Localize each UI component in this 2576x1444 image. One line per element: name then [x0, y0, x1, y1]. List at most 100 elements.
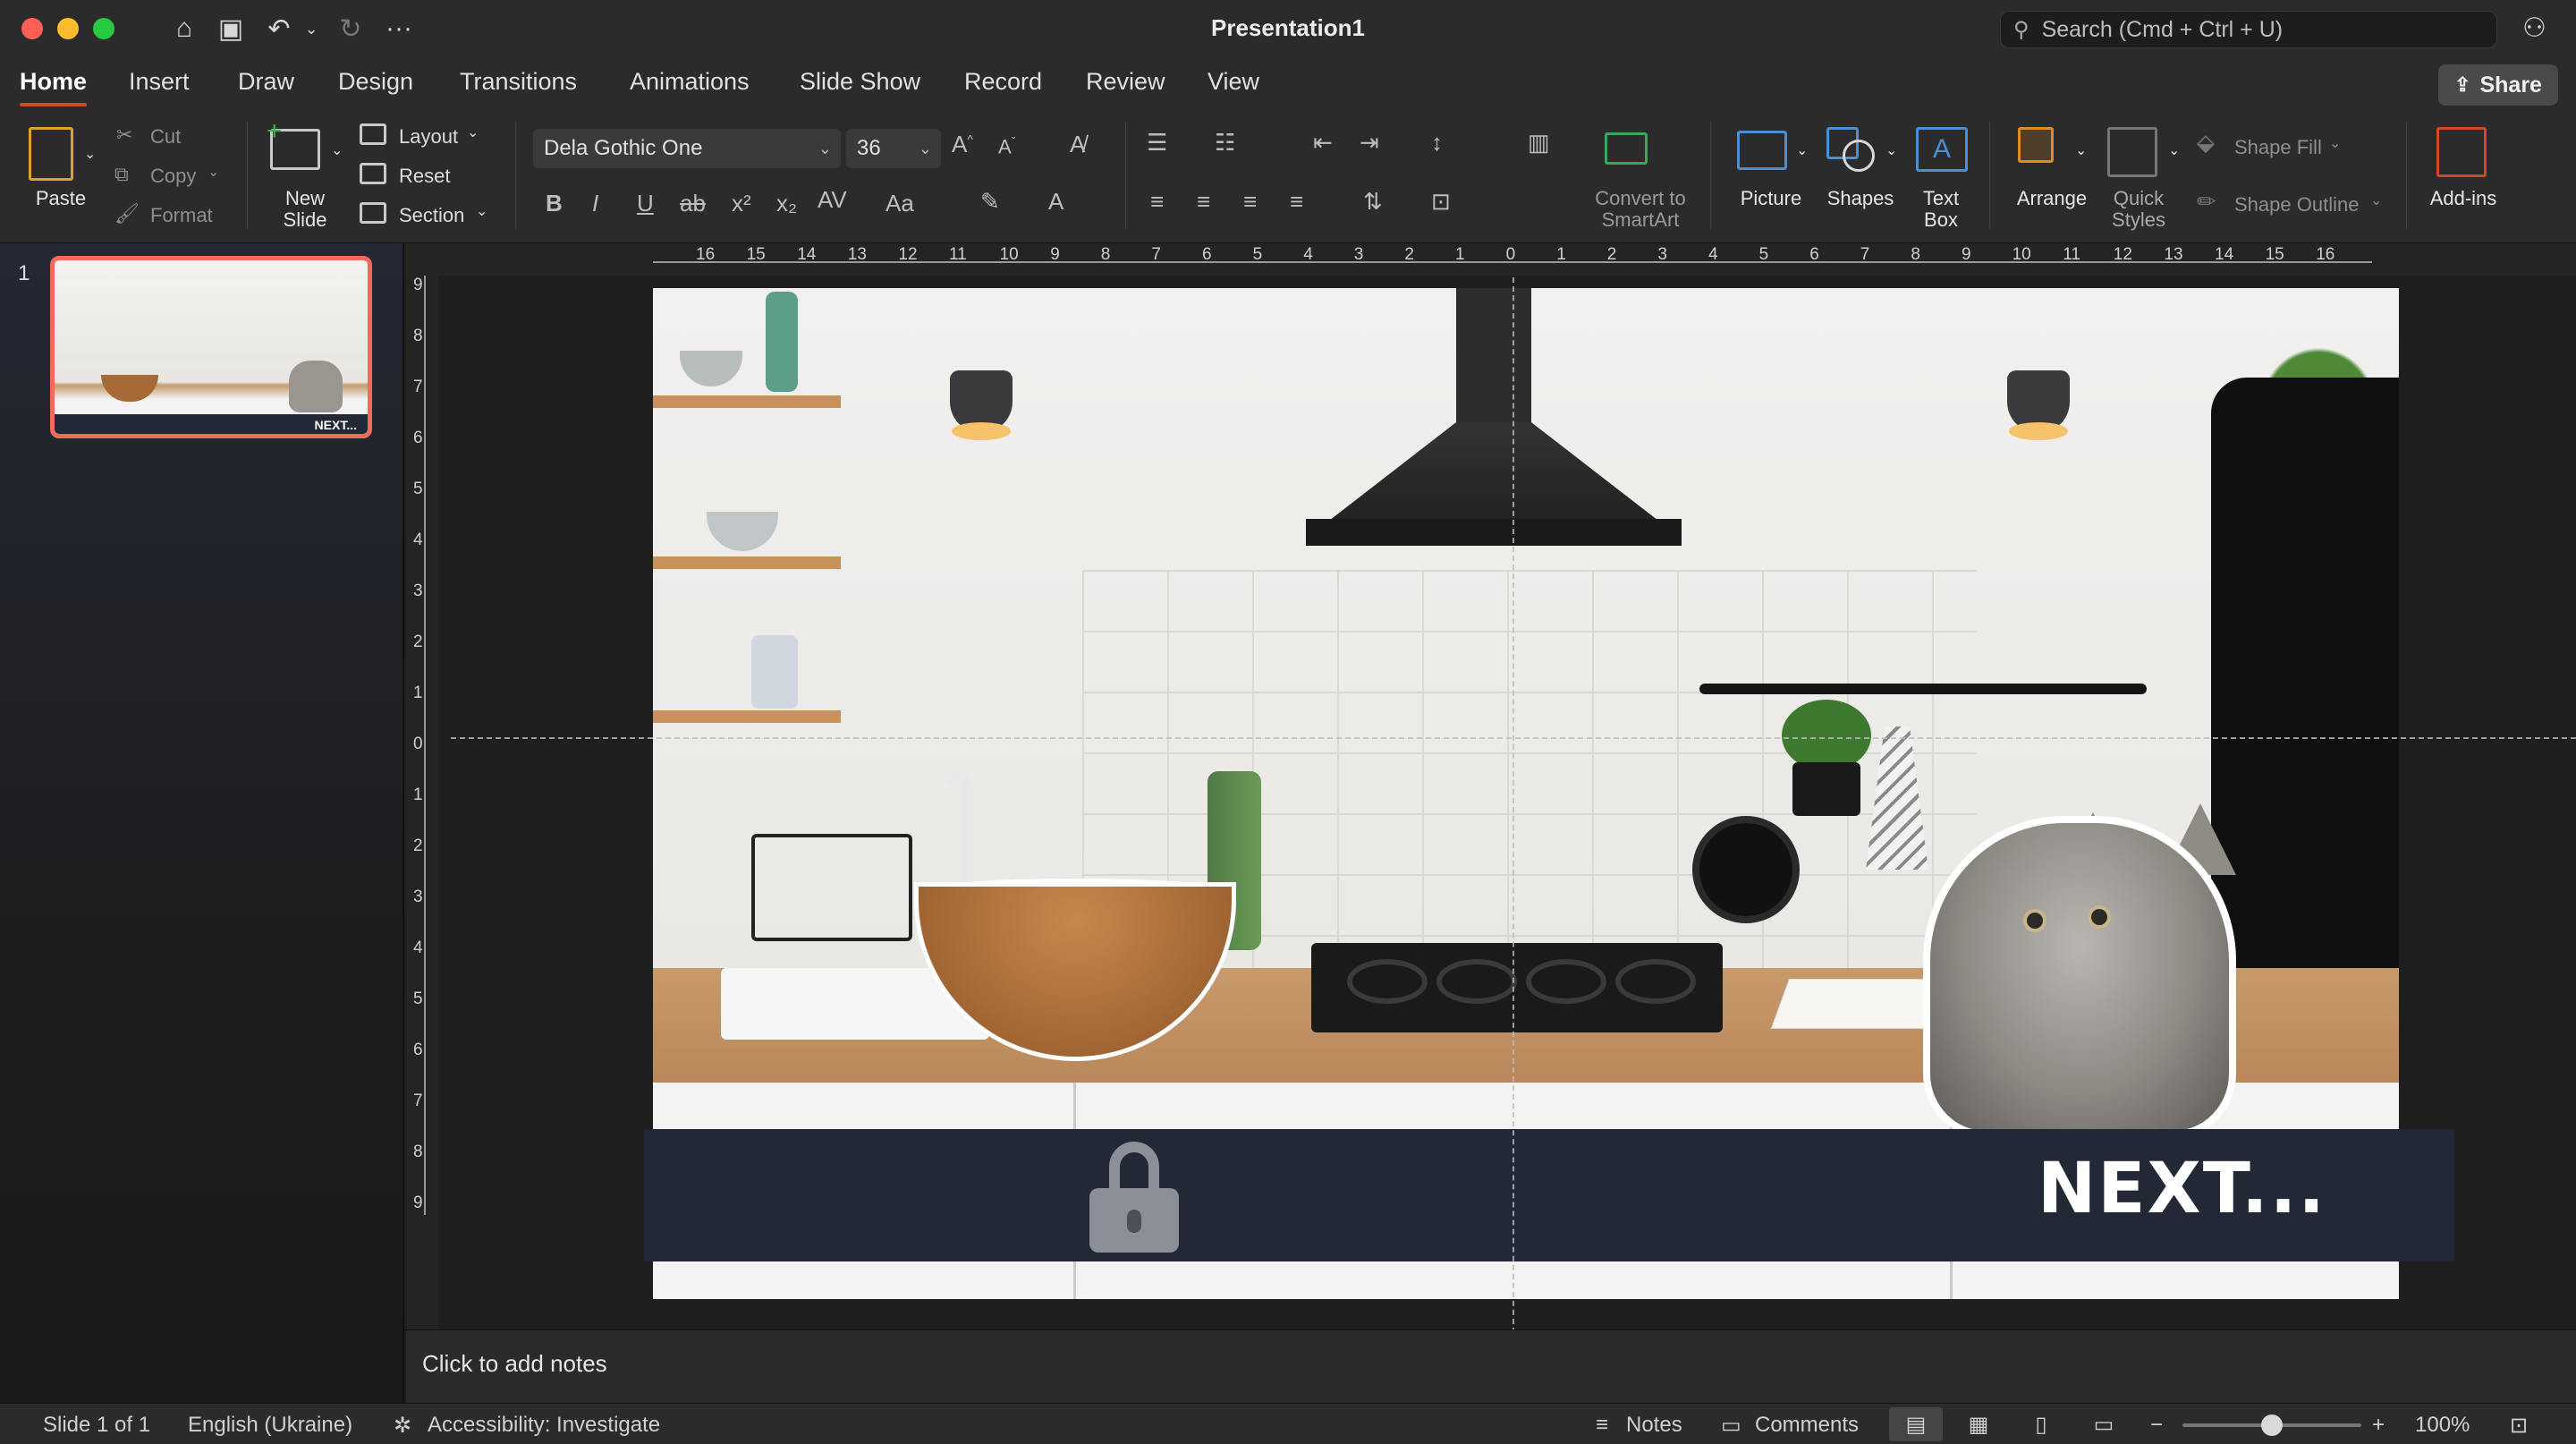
change-case-icon[interactable]: Aa	[886, 190, 914, 217]
italic-icon[interactable]: I	[592, 190, 598, 217]
share-label: Share	[2479, 72, 2542, 98]
increase-indent-icon[interactable]: ⇥	[1360, 129, 1379, 157]
tab-animations[interactable]: Animations	[630, 68, 750, 96]
quick-styles-dropdown-icon[interactable]: ⌄	[2168, 141, 2180, 159]
format-painter-label[interactable]: Format	[150, 204, 213, 227]
tab-slide-show[interactable]: Slide Show	[800, 68, 920, 96]
section-dropdown-icon[interactable]: ⌄	[476, 202, 487, 220]
share-button[interactable]: ⇪ Share	[2438, 64, 2558, 106]
arrange-dropdown-icon[interactable]: ⌄	[2075, 141, 2087, 159]
horizontal-ruler[interactable]: 16 15 14 13 12 11 10 9 8 7 6 5 4 3 2 1 0 1 2 3 4 5 6 7 8 9 10 11 12 1…	[406, 243, 2576, 276]
zoom-slider-handle[interactable]	[2261, 1414, 2283, 1436]
text-direction-icon[interactable]: ⇅	[1363, 188, 1383, 216]
columns-icon[interactable]: ▥	[1528, 129, 1550, 157]
picture-label[interactable]: Picture	[1730, 188, 1812, 209]
quick-styles-label[interactable]: Quick Styles	[2100, 188, 2177, 231]
tab-view[interactable]: View	[1208, 68, 1259, 96]
fit-to-window-icon[interactable]: ⊡	[2510, 1413, 2528, 1439]
layout-label[interactable]: Layout	[399, 125, 458, 149]
font-name-combo[interactable]: Dela Gothic One ⌄	[533, 129, 841, 168]
lock-icon[interactable]	[1089, 1142, 1179, 1253]
align-right-icon[interactable]: ≡	[1243, 188, 1257, 216]
ruler-slide-extent	[653, 261, 2372, 263]
tab-home[interactable]: Home	[20, 68, 88, 106]
font-color-icon[interactable]: A	[1048, 188, 1063, 216]
bullets-icon[interactable]: ☰	[1147, 129, 1167, 157]
reset-label[interactable]: Reset	[399, 165, 450, 188]
picture-icon[interactable]	[1737, 131, 1787, 170]
normal-view-button[interactable]: ▤	[1889, 1407, 1943, 1441]
decrease-indent-icon[interactable]: ⇤	[1313, 129, 1333, 157]
account-icon[interactable]: ⚇	[2522, 13, 2546, 44]
numbering-icon[interactable]: ☷	[1215, 129, 1235, 157]
zoom-out-icon[interactable]: −	[2150, 1413, 2163, 1438]
layout-dropdown-icon[interactable]: ⌄	[467, 123, 479, 141]
justify-icon[interactable]: ≡	[1290, 188, 1303, 216]
text-box-icon[interactable]: A	[1916, 127, 1968, 172]
cut-label[interactable]: Cut	[150, 125, 181, 149]
slide-show-view-button[interactable]: ▭	[2077, 1407, 2131, 1441]
line-spacing-icon[interactable]: ↕	[1431, 129, 1443, 157]
superscript-icon[interactable]: x²	[732, 190, 751, 217]
language-status[interactable]: English (Ukraine)	[188, 1413, 352, 1438]
zoom-level[interactable]: 100%	[2415, 1413, 2470, 1438]
highlight-color-icon[interactable]: ✎	[980, 188, 1000, 216]
shapes-label[interactable]: Shapes	[1821, 188, 1900, 209]
accessibility-status[interactable]: Accessibility: Investigate	[428, 1413, 660, 1438]
shape-fill-label[interactable]: Shape Fill	[2234, 136, 2322, 159]
arrange-icon[interactable]	[2018, 127, 2054, 163]
shape-outline-label[interactable]: Shape Outline	[2234, 193, 2359, 217]
section-label[interactable]: Section	[399, 204, 464, 227]
align-center-icon[interactable]: ≡	[1197, 188, 1210, 216]
new-slide-dropdown-icon[interactable]: ⌄	[331, 141, 343, 159]
vertical-guide[interactable]	[1513, 277, 1514, 1333]
arrange-label[interactable]: Arrange	[2007, 188, 2097, 209]
tab-insert[interactable]: Insert	[129, 68, 190, 96]
character-spacing-icon[interactable]: AV	[818, 186, 847, 214]
next-text-box[interactable]: NEXT...	[2038, 1149, 2326, 1229]
search-box[interactable]: ⚲ Search (Cmd + Ctrl + U)	[2000, 11, 2497, 48]
notes-button[interactable]: Notes	[1626, 1413, 1682, 1438]
smartart-icon[interactable]	[1605, 132, 1648, 165]
shape-fill-dropdown-icon[interactable]: ⌄	[2329, 134, 2341, 152]
align-left-icon[interactable]: ≡	[1150, 188, 1164, 216]
strikethrough-icon[interactable]: ab	[680, 190, 706, 217]
zoom-in-icon[interactable]: +	[2372, 1413, 2385, 1438]
kitten-image[interactable]	[1923, 816, 2236, 1138]
align-text-icon[interactable]: ⊡	[1431, 188, 1451, 216]
slide-sorter-view-button[interactable]: ▦	[1952, 1407, 2005, 1441]
text-box-label[interactable]: Text Box	[1909, 188, 1973, 231]
bold-icon[interactable]: B	[546, 190, 563, 217]
convert-smartart-label[interactable]: Convert to SmartArt	[1580, 188, 1701, 231]
paste-label[interactable]: Paste	[25, 188, 97, 209]
horizontal-guide[interactable]	[451, 737, 2576, 739]
slide-thumbnail[interactable]: NEXT...	[50, 256, 372, 438]
subscript-icon[interactable]: x₂	[776, 190, 797, 217]
notes-pane[interactable]: Click to add notes	[406, 1329, 2576, 1403]
underline-icon[interactable]: U	[637, 190, 654, 217]
picture-dropdown-icon[interactable]: ⌄	[1796, 141, 1808, 159]
paste-icon[interactable]	[29, 127, 73, 181]
shapes-dropdown-icon[interactable]: ⌄	[1885, 141, 1897, 159]
quick-styles-icon[interactable]	[2107, 127, 2157, 177]
add-ins-label[interactable]: Add-ins	[2420, 188, 2506, 209]
clear-formatting-icon[interactable]: A̸	[1070, 131, 1085, 158]
shape-outline-dropdown-icon[interactable]: ⌄	[2370, 191, 2382, 209]
tab-record[interactable]: Record	[964, 68, 1042, 96]
font-size-combo[interactable]: 36 ⌄	[846, 129, 941, 168]
new-slide-label[interactable]: New Slide	[274, 188, 336, 231]
tab-review[interactable]: Review	[1086, 68, 1165, 96]
increase-font-size-icon[interactable]: A^	[952, 131, 973, 158]
paste-dropdown-icon[interactable]: ⌄	[84, 145, 96, 163]
tab-transitions[interactable]: Transitions	[460, 68, 577, 96]
decrease-font-size-icon[interactable]: Aˇ	[998, 134, 1015, 158]
tab-draw[interactable]: Draw	[238, 68, 294, 96]
reading-view-button[interactable]: ▯	[2014, 1407, 2068, 1441]
tab-design[interactable]: Design	[338, 68, 413, 96]
comments-button[interactable]: Comments	[1755, 1413, 1859, 1438]
vertical-ruler[interactable]: 9 8 7 6 5 4 3 2 1 0 1 2 3 4 5 6 7 8 9	[406, 243, 438, 1329]
copy-dropdown-icon[interactable]: ⌄	[208, 163, 219, 181]
ruler-tick-label: 3	[413, 888, 423, 906]
copy-label[interactable]: Copy	[150, 165, 196, 188]
add-ins-icon[interactable]	[2436, 127, 2487, 177]
